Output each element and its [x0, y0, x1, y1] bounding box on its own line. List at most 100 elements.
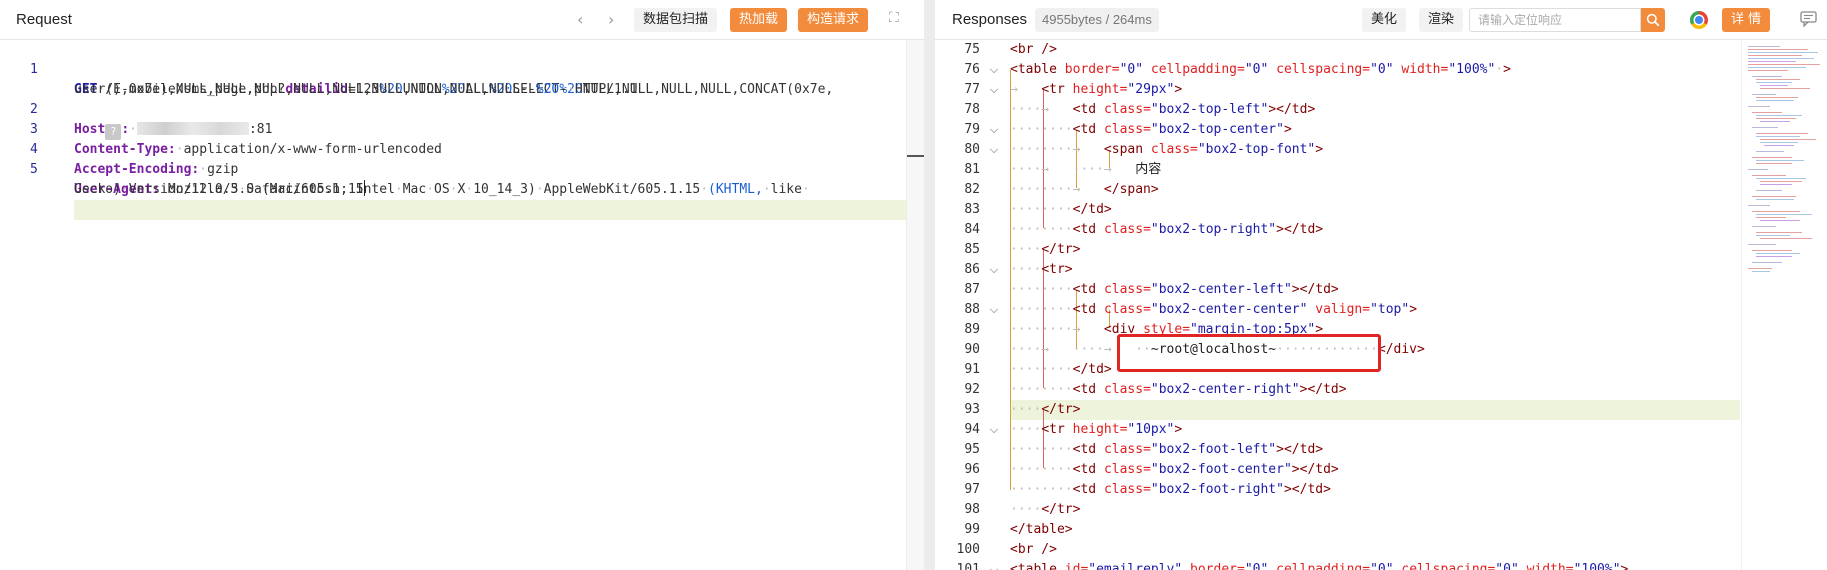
- details-button[interactable]: 详 情: [1722, 8, 1771, 32]
- code-tag: </div>: [1377, 342, 1425, 357]
- chrome-icon[interactable]: [1690, 11, 1708, 29]
- message-icon[interactable]: [1800, 11, 1818, 32]
- fold-chevron-icon[interactable]: ⌵: [987, 80, 1001, 100]
- code-attr: class=: [1103, 222, 1151, 237]
- panel-splitter[interactable]: [924, 0, 935, 570]
- response-editor[interactable]: 75 <br /> 76 ⌵ <table border="0" cellpaddin…: [935, 40, 1741, 570]
- fullscreen-icon[interactable]: ⛶: [889, 10, 899, 26]
- beautify-button[interactable]: 美化: [1362, 8, 1407, 32]
- code-value: "box2-center-right": [1150, 382, 1300, 397]
- code-tag: <td: [1072, 302, 1097, 317]
- code-line: 75 <br />: [935, 40, 1741, 60]
- code-line: 94 ⌵ ····<tr height="10px">: [935, 420, 1741, 440]
- code-text: 内容: [1135, 162, 1162, 177]
- code-line: 88 ⌵ ········<td class="box2-center-center…: [935, 300, 1741, 320]
- code-value: "100%": [1573, 562, 1621, 570]
- code-tag: <td: [1072, 462, 1097, 477]
- line-number: 92: [964, 382, 980, 397]
- code-line: 100 <br />: [935, 540, 1741, 560]
- code-minimap[interactable]: [1741, 40, 1827, 570]
- request-scrollbar[interactable]: [906, 40, 924, 570]
- code-attr: class=: [1103, 382, 1151, 397]
- code-tag: </tr>: [1041, 402, 1081, 417]
- request-header: Request ‹ › 数据包扫描 热加载 构造请求 ⛶: [0, 0, 924, 40]
- code-value: "0": [1244, 62, 1269, 77]
- fold-chevron-icon[interactable]: ⌵: [987, 560, 1001, 570]
- hot-load-button[interactable]: 热加载: [730, 8, 788, 32]
- code-attr: class=: [1103, 462, 1151, 477]
- chevron-left-icon[interactable]: ‹: [577, 10, 583, 29]
- request-editor[interactable]: 1 GET·/E-mobile/sms_page.php?detailid=12…: [0, 40, 924, 570]
- code-tag: <td: [1072, 442, 1097, 457]
- line-number: 82: [964, 182, 980, 197]
- code-tag: <tr>: [1041, 262, 1073, 277]
- code-value: "0": [1370, 562, 1394, 570]
- line-number: 97: [964, 482, 980, 497]
- code-attr: border=: [1190, 562, 1245, 570]
- fold-chevron-icon[interactable]: ⌵: [987, 420, 1001, 440]
- fold-chevron-icon[interactable]: ⌵: [987, 60, 1001, 80]
- line-number: 101: [956, 562, 980, 570]
- code-tag: <td: [1072, 102, 1097, 117]
- fold-chevron-icon[interactable]: ⌵: [987, 300, 1001, 320]
- code-line: 93 ····</tr>: [935, 400, 1741, 420]
- code-value: "29px": [1127, 82, 1175, 97]
- chevron-right-icon[interactable]: ›: [608, 10, 614, 29]
- request-line-wrap: Gecko)·Version/12.0.3·Safari/605.1.15: [74, 180, 365, 197]
- code-tag: ></td>: [1291, 462, 1339, 477]
- code-value: "top": [1370, 302, 1410, 317]
- fold-chevron-icon[interactable]: ⌵: [987, 140, 1001, 160]
- line-number: 94: [964, 422, 980, 437]
- code-tag: <td: [1072, 222, 1097, 237]
- code-tag: ></td>: [1276, 222, 1324, 237]
- code-line: 84 ········<td class="box2-top-right"></t…: [935, 220, 1741, 240]
- code-tag: <td: [1072, 282, 1097, 297]
- request-line-wrap: user(),0x7e),NULL,NULL,NULL,NULL,NULL,NU…: [74, 82, 638, 97]
- code-tag: <td: [1072, 482, 1097, 497]
- line-number: 84: [964, 222, 980, 237]
- code-value: "box2-top-right": [1150, 222, 1277, 237]
- request-title: Request: [16, 11, 72, 28]
- ua-token: AppleWebKit/605.1.15: [543, 182, 701, 197]
- fold-chevron-icon[interactable]: ⌵: [987, 260, 1001, 280]
- ua-token: Safari/605.1.15: [246, 182, 364, 197]
- code-attr: height=: [1072, 422, 1128, 437]
- line-number: 83: [964, 202, 980, 217]
- search-button[interactable]: [1641, 8, 1665, 32]
- code-attr: cellspacing=: [1276, 62, 1371, 77]
- line-number: 93: [964, 402, 980, 417]
- request-panel: Request ‹ › 数据包扫描 热加载 构造请求 ⛶ 1 GET·/E-mo…: [0, 0, 924, 570]
- code-value: "0": [1495, 562, 1519, 570]
- render-button[interactable]: 渲染: [1419, 8, 1464, 32]
- code-line: 97 ········<td class="box2-foot-right"></…: [935, 480, 1741, 500]
- code-line: 92 ········<td class="box2-center-right">…: [935, 380, 1741, 400]
- construct-request-button[interactable]: 构造请求: [798, 8, 869, 32]
- line-number: 100: [956, 542, 980, 557]
- ua-token: 10_14_3): [473, 182, 536, 197]
- code-attr: cellspacing=: [1401, 562, 1496, 570]
- code-line: 79 ⌵ ········<td class="box2-top-center">: [935, 120, 1741, 140]
- response-header: Responses 4955bytes / 264ms 美化 渲染 详 情: [935, 0, 1827, 40]
- line-number: 75: [964, 42, 980, 57]
- fold-chevron-icon[interactable]: ⌵: [987, 120, 1001, 140]
- line-number: 90: [964, 342, 980, 357]
- locate-response-input[interactable]: [1469, 8, 1641, 32]
- text-cursor: [363, 180, 365, 196]
- code-tag: <span: [1103, 142, 1144, 157]
- line-number: 99: [964, 522, 980, 537]
- code-value: "box2-center-center": [1150, 302, 1308, 317]
- scrollbar-thumb[interactable]: [907, 155, 924, 157]
- code-value: "0": [1370, 62, 1394, 77]
- code-line: 85 ····</tr>: [935, 240, 1741, 260]
- code-value: "box2-foot-left": [1150, 442, 1277, 457]
- code-line: 96 ········<td class="box2-foot-center"><…: [935, 460, 1741, 480]
- code-attr: class=: [1103, 302, 1151, 317]
- ua-token: Gecko): [74, 182, 121, 197]
- code-tag: >: [1409, 302, 1418, 317]
- packet-scan-button[interactable]: 数据包扫描: [634, 8, 718, 32]
- code-value: "0": [1244, 562, 1269, 570]
- ua-token: like: [770, 182, 802, 197]
- code-tag: >: [1283, 122, 1292, 137]
- line-number: 80: [964, 142, 980, 157]
- code-value: "emailreply": [1088, 562, 1183, 570]
